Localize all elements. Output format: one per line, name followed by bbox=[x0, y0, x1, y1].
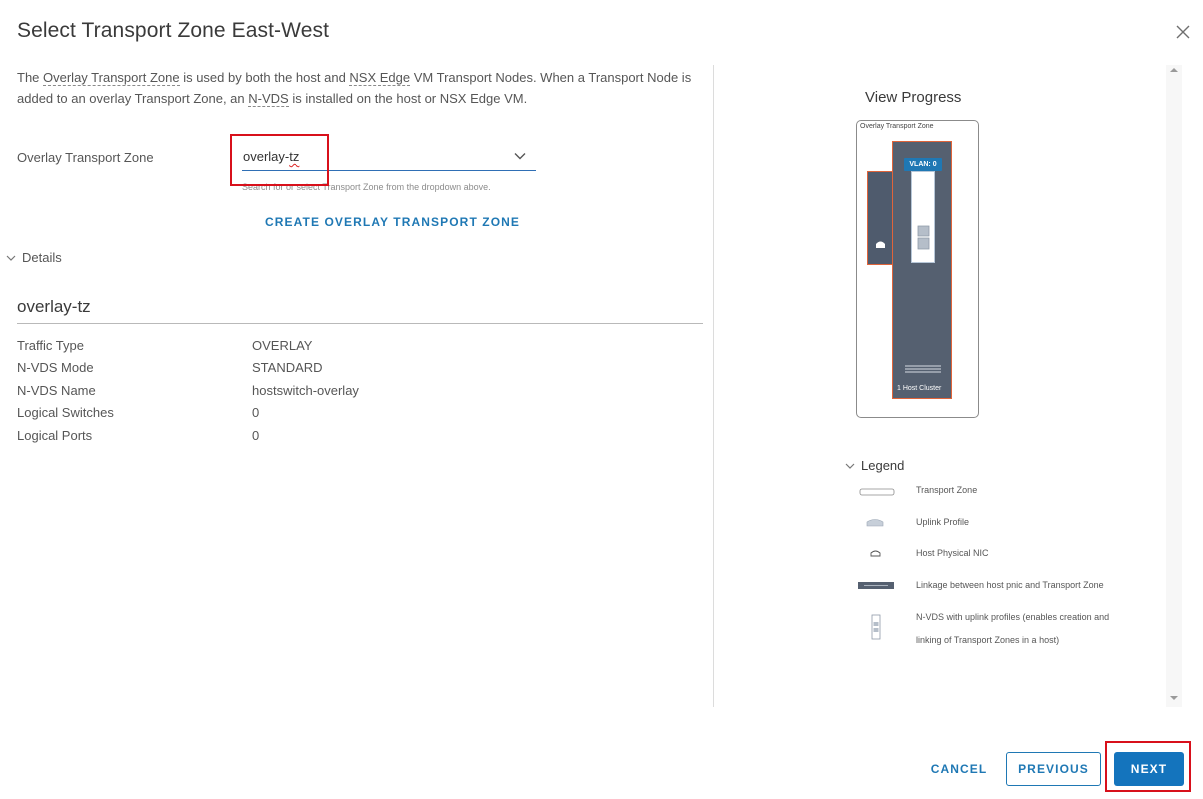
host-cluster-label: 1 Host Cluster bbox=[897, 385, 942, 392]
linkage-icon bbox=[858, 582, 894, 589]
select-highlight-box bbox=[230, 134, 329, 186]
panel-divider bbox=[713, 65, 714, 707]
diagram-transport-zone-label: Overlay Transport Zone bbox=[860, 123, 934, 130]
host-physical-nic-icon bbox=[870, 550, 881, 557]
details-title: overlay-tz bbox=[17, 297, 91, 316]
scroll-up-arrow-icon[interactable] bbox=[1170, 68, 1178, 72]
uplink-box bbox=[867, 171, 893, 265]
chevron-down-icon bbox=[845, 463, 855, 469]
scrollbar[interactable] bbox=[1166, 65, 1182, 707]
legend-label: Uplink Profile bbox=[916, 517, 970, 527]
details-row: Logical Ports 0 bbox=[17, 427, 260, 443]
legend-label: Host Physical NIC bbox=[916, 548, 989, 558]
uplink-profile-icon bbox=[917, 225, 930, 250]
divider bbox=[17, 323, 703, 324]
uplink-profile-icon bbox=[866, 519, 884, 527]
overlay-transport-zone-label: Overlay Transport Zone bbox=[17, 150, 154, 165]
details-row: Logical Switches 0 bbox=[17, 405, 260, 421]
next-highlight-box bbox=[1105, 741, 1191, 792]
view-progress-title: View Progress bbox=[865, 89, 962, 106]
details-toggle[interactable]: Details bbox=[6, 250, 62, 265]
cancel-button[interactable]: CANCEL bbox=[914, 752, 1004, 786]
chevron-down-icon[interactable] bbox=[514, 152, 526, 160]
nvds-icon bbox=[871, 614, 881, 640]
previous-button[interactable]: PREVIOUS bbox=[1006, 752, 1101, 786]
details-row: N-VDS Mode STANDARD bbox=[17, 360, 323, 376]
legend-toggle[interactable]: Legend bbox=[845, 458, 904, 473]
nvds-link[interactable]: N-VDS bbox=[248, 91, 289, 107]
details-table: Traffic Type OVERLAY N-VDS Mode STANDARD N… bbox=[17, 334, 359, 447]
transport-zone-icon bbox=[859, 488, 895, 496]
uplink-lines-icon bbox=[905, 365, 941, 373]
progress-diagram: Overlay Transport Zone VLAN: 0 1 Host Cl… bbox=[856, 120, 979, 418]
legend-label: N-VDS with uplink profiles (enables crea… bbox=[916, 612, 1110, 622]
nvds-bar bbox=[911, 171, 935, 263]
nsx-edge-link[interactable]: NSX Edge bbox=[349, 70, 411, 86]
host-physical-nic-icon bbox=[876, 241, 885, 248]
legend-label: Linkage between host pnic and Transport … bbox=[916, 580, 1104, 590]
chevron-down-icon bbox=[6, 255, 16, 261]
create-overlay-transport-zone-link[interactable]: CREATE OVERLAY TRANSPORT ZONE bbox=[265, 215, 520, 229]
overlay-transport-zone-link[interactable]: Overlay Transport Zone bbox=[43, 70, 180, 86]
description-text: The Overlay Transport Zone is used by bo… bbox=[17, 70, 692, 107]
vlan-badge: VLAN: 0 bbox=[904, 158, 942, 171]
dialog-title: Select Transport Zone East-West bbox=[17, 19, 330, 42]
close-icon[interactable] bbox=[1172, 21, 1194, 43]
details-row: N-VDS Name hostswitch-overlay bbox=[17, 382, 359, 398]
details-row: Traffic Type OVERLAY bbox=[17, 337, 313, 353]
scroll-down-arrow-icon[interactable] bbox=[1170, 696, 1178, 700]
legend-label: linking of Transport Zones in a host) bbox=[916, 635, 1060, 645]
legend-label: Transport Zone bbox=[916, 485, 978, 495]
